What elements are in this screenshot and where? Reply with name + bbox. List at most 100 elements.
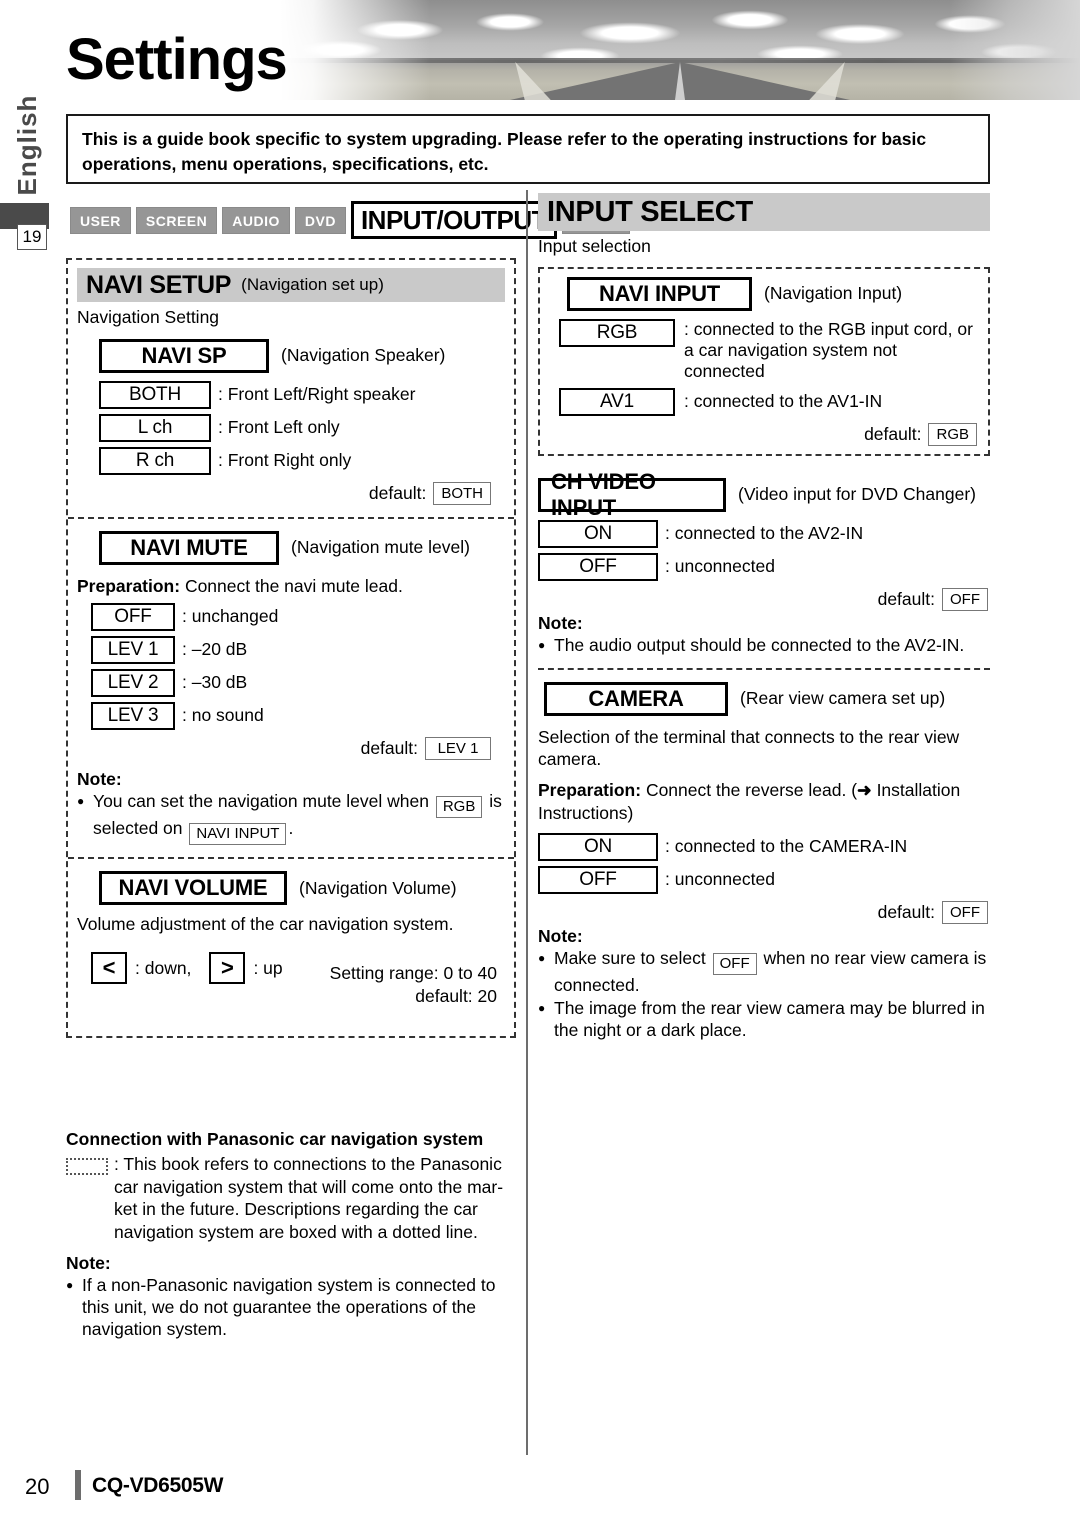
camera-value-on[interactable]: ON — [538, 832, 658, 861]
volume-up-icon[interactable]: > — [209, 952, 246, 984]
navi-input-subtitle: (Navigation Input) — [764, 283, 903, 304]
ch-video-input-desc-on: : connected to the AV2-IN — [665, 523, 864, 544]
navi-volume-caption: Volume adjustment of the car navigation … — [77, 914, 454, 935]
navi-sp-value-both[interactable]: BOTH — [99, 380, 211, 409]
navi-mute-header-row: NAVI MUTE (Navigation mute level) — [99, 530, 505, 565]
navi-mute-option-row: LEV 3 : no sound — [91, 701, 505, 730]
ch-video-input-title[interactable]: CH VIDEO INPUT — [538, 469, 726, 520]
navi-mute-subtitle: (Navigation mute level) — [291, 537, 470, 558]
navi-mute-title[interactable]: NAVI MUTE — [99, 530, 279, 565]
ch-video-input-default-value: OFF — [942, 587, 988, 611]
volume-down-icon[interactable]: < — [91, 952, 127, 984]
navi-sp-default-value: BOTH — [433, 481, 491, 505]
page-reference-badge: 19 — [17, 224, 47, 250]
tab-screen[interactable]: SCREEN — [135, 206, 218, 234]
intro-notice-box: This is a guide book specific to system … — [66, 114, 990, 184]
section-dashed-divider — [68, 857, 514, 860]
ch-video-input-option-row: ON : connected to the AV2-IN — [538, 519, 990, 548]
navi-mute-prep-label: Preparation: — [77, 575, 181, 596]
navi-mute-desc-lev3: : no sound — [182, 704, 264, 725]
page-footer: 20 CQ-VD6505W — [0, 1468, 1080, 1508]
navi-mute-desc-off: : unchanged — [182, 605, 279, 626]
navi-volume-controls: < : down, > : up Setting range: 0 to 40 … — [77, 952, 505, 1008]
navi-input-value-rgb[interactable]: RGB — [559, 318, 675, 347]
navi-mute-option-row: LEV 1 : –20 dB — [91, 635, 505, 664]
navi-sp-option-row: R ch : Front Right only — [99, 446, 505, 475]
camera-caption: Selection of the terminal that connects … — [538, 726, 960, 770]
camera-note-item: Make sure to select OFF when no rear vie… — [538, 948, 990, 997]
navi-mute-value-lev3[interactable]: LEV 3 — [91, 701, 175, 730]
banner-fade-right — [950, 0, 1080, 100]
ch-video-input-default-label: default: — [877, 588, 935, 609]
camera-header-row: CAMERA (Rear view camera set up) — [544, 681, 990, 716]
navi-sp-title[interactable]: NAVI SP — [99, 338, 269, 373]
ch-video-input-note-title: Note: — [538, 612, 583, 633]
camera-title[interactable]: CAMERA — [544, 681, 728, 716]
navi-input-default-row: default: RGB — [549, 422, 979, 446]
volume-down-label: : down, — [135, 957, 192, 978]
navi-volume-title[interactable]: NAVI VOLUME — [99, 871, 287, 906]
navi-setup-title: NAVI SETUP — [86, 270, 232, 299]
navi-sp-option-row: L ch : Front Left only — [99, 413, 505, 442]
panasonic-legend-text: : This book refers to connections to the… — [114, 1153, 504, 1242]
language-tab: English — [12, 94, 42, 196]
camera-preparation: Preparation: Connect the reverse lead. (… — [538, 779, 990, 825]
navi-input-title[interactable]: NAVI INPUT — [567, 276, 752, 311]
camera-prep-label: Preparation: — [538, 780, 642, 801]
navi-input-options: RGB : connected to the RGB input cord, o… — [559, 318, 979, 416]
tab-dvd[interactable]: DVD — [294, 206, 346, 234]
navi-mute-note-title: Note: — [77, 768, 122, 789]
navi-mute-preparation: Preparation: Connect the navi mute lead. — [77, 575, 505, 598]
camera-value-off[interactable]: OFF — [538, 865, 658, 894]
navi-input-default-value: RGB — [928, 422, 977, 446]
navi-input-option-row: AV1 : connected to the AV1-IN — [559, 387, 979, 416]
ch-video-input-header-row: CH VIDEO INPUT (Video input for DVD Chan… — [538, 469, 990, 520]
navi-input-desc-av1: : connected to the AV1-IN — [684, 391, 883, 412]
navi-sp-desc-rch: : Front Right only — [218, 450, 352, 471]
footer-accent-bar — [75, 1470, 81, 1500]
camera-options: ON : connected to the CAMERA-IN OFF : un… — [538, 832, 990, 894]
input-select-caption: Input selection — [538, 236, 651, 256]
navi-setup-caption: Navigation Setting — [77, 307, 220, 327]
navi-volume-range: Setting range: 0 to 40 — [329, 963, 497, 983]
navi-volume-buttons: < : down, > : up — [91, 952, 283, 984]
ch-video-input-options: ON : connected to the AV2-IN OFF : uncon… — [538, 519, 990, 581]
navi-mute-value-lev2[interactable]: LEV 2 — [91, 668, 175, 697]
navi-setup-subtitle: (Navigation set up) — [241, 275, 384, 294]
header-banner-image — [280, 0, 1080, 100]
camera-desc-on: : connected to the CAMERA-IN — [665, 835, 908, 856]
page-title: Settings — [66, 27, 288, 92]
navi-sp-value-rch[interactable]: R ch — [99, 446, 211, 475]
navi-input-value-av1[interactable]: AV1 — [559, 387, 675, 416]
navi-mute-default-row: default: LEV 1 — [77, 736, 505, 760]
panasonic-note-title: Note: — [66, 1252, 111, 1273]
navi-sp-default-row: default: BOTH — [77, 481, 505, 505]
navi-mute-value-lev1[interactable]: LEV 1 — [91, 635, 175, 664]
panasonic-connection-block: Connection with Panasonic car navigation… — [66, 1128, 516, 1340]
camera-option-row: ON : connected to the CAMERA-IN — [538, 832, 990, 861]
ch-video-input-value-on[interactable]: ON — [538, 519, 658, 548]
tab-user[interactable]: USER — [70, 206, 131, 234]
camera-note1-chip-off: OFF — [712, 953, 757, 976]
camera-default-label: default: — [877, 901, 935, 922]
camera-option-row: OFF : unconnected — [538, 865, 990, 894]
navi-sp-value-lch[interactable]: L ch — [99, 413, 211, 442]
camera-desc-off: : unconnected — [665, 868, 775, 889]
input-select-heading: INPUT SELECT — [538, 193, 990, 231]
navi-mute-default-value: LEV 1 — [425, 736, 491, 760]
navi-input-default-label: default: — [864, 423, 922, 444]
camera-default-value: OFF — [942, 900, 988, 924]
navi-mute-value-off[interactable]: OFF — [91, 602, 175, 631]
navi-mute-options: OFF : unchanged LEV 1 : –20 dB LEV 2 : –… — [91, 602, 505, 730]
ch-video-input-note-item: The audio output should be connected to … — [538, 635, 990, 657]
navi-mute-note-part3: . — [288, 817, 294, 838]
dotted-box-sample-icon — [66, 1157, 108, 1175]
navi-sp-option-row: BOTH : Front Left/Right speaker — [99, 380, 505, 409]
navi-volume-subtitle: (Navigation Volume) — [299, 877, 457, 898]
ch-video-input-value-off[interactable]: OFF — [538, 552, 658, 581]
tab-audio[interactable]: AUDIO — [222, 206, 290, 234]
navi-volume-default: default: 20 — [415, 985, 497, 1006]
navi-input-header-row: NAVI INPUT (Navigation Input) — [567, 276, 979, 311]
navi-sp-desc-lch: : Front Left only — [218, 417, 340, 438]
navi-sp-options: BOTH : Front Left/Right speaker L ch : F… — [99, 380, 505, 475]
